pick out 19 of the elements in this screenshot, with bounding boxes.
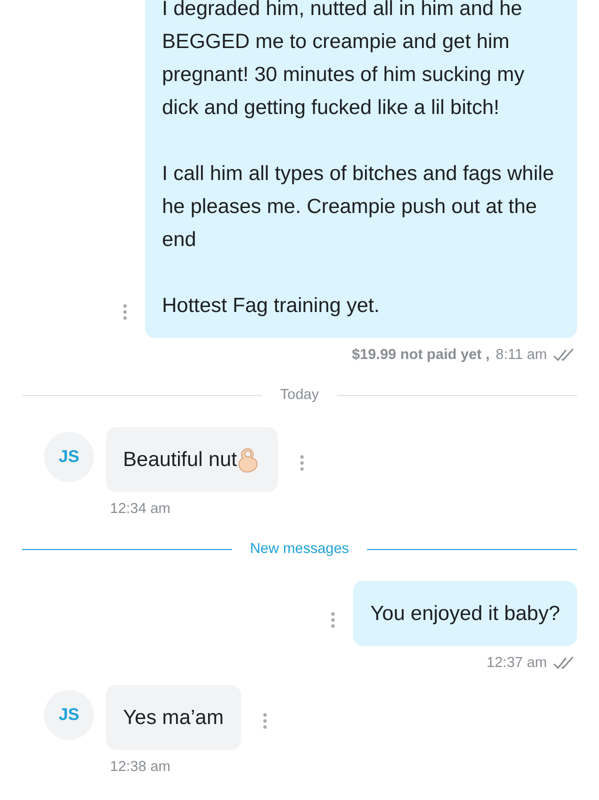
message-time: 12:34 am [110,501,170,517]
more-options-icon[interactable] [123,304,127,320]
message-time: 12:37 am [486,655,547,671]
message-text: Beautiful nut [123,447,237,473]
message-text: Yes ma’am [123,705,224,731]
date-divider-label: Today [280,387,319,403]
more-options-icon[interactable] [331,612,336,628]
message-time: 8:11 am [496,347,547,363]
price-status: $19.99 not paid yet , [352,347,490,363]
date-divider-label: New messages [250,541,350,557]
more-options-icon[interactable] [300,455,304,471]
message-text: I degraded him, nutted all in him and he BEGGED me to creampie and get him pregnant! 30 minutes of him sucking my dick and getting fucked like a lil bitch! [162,0,526,121]
message-text: Hottest Fag training yet. [162,293,381,319]
message-text: I call him all types of bitches and fags while he pleases me. Creampie push out at the end [162,161,555,253]
avatar-initials: JS [44,432,94,482]
message-text: You enjoyed it baby? [370,601,560,627]
message-time: 12:38 am [110,759,170,775]
more-options-icon[interactable] [262,713,267,729]
avatar-initials: JS [44,690,94,740]
